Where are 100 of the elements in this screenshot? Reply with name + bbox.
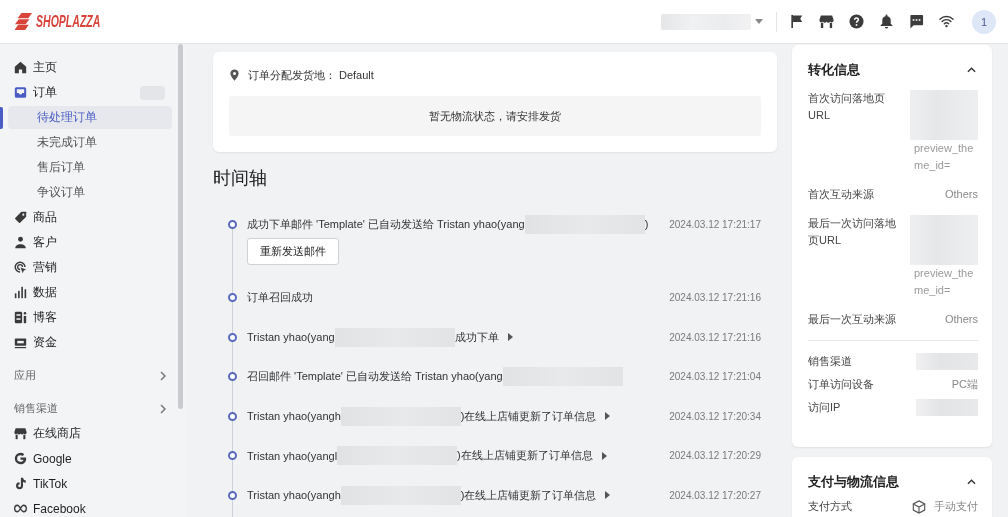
timeline-dot — [228, 490, 237, 500]
card-title: 支付与物流信息 — [808, 473, 899, 491]
nav-item[interactable]: 在线商店 — [0, 421, 178, 446]
field-label: 销售渠道 — [808, 354, 853, 369]
location-pin-icon — [230, 69, 239, 81]
bell-icon[interactable] — [879, 14, 894, 29]
event-text: )在线上店铺更新了订单信息 — [457, 448, 593, 463]
blurred-text — [910, 215, 978, 265]
event-time: 2024.03.12 17:20:34 — [669, 410, 761, 422]
empty-state-message: 暂无物流状态，请安排发货 — [229, 96, 761, 136]
field-value: Default — [339, 69, 374, 81]
box-icon — [912, 499, 926, 514]
nav-item[interactable]: 营销 — [0, 255, 178, 280]
nav-subitem[interactable]: 待处理订单 — [8, 106, 172, 129]
field-value: Others — [945, 312, 978, 327]
timeline-dot — [228, 411, 237, 421]
tag-icon — [14, 211, 27, 224]
field-label: 最后一次互动来源 — [808, 312, 897, 327]
event-time: 2024.03.12 17:21:16 — [669, 292, 761, 303]
field-label: 首次访问落地页URL — [808, 91, 886, 123]
event-time: 2024.03.12 17:21:17 — [669, 218, 761, 230]
g-logo-icon — [14, 452, 27, 465]
caret-right-icon[interactable] — [601, 451, 607, 460]
blurred-text — [916, 353, 978, 370]
section-header[interactable]: 应用 — [0, 363, 178, 388]
home-icon — [14, 61, 27, 74]
event-text: 订单召回成功 — [247, 290, 313, 305]
nav-item[interactable]: 资金 — [0, 330, 178, 355]
event-text: )在线上店铺更新了订单信息 — [460, 487, 597, 503]
logo-icon[interactable] — [15, 13, 32, 30]
flag-icon[interactable] — [789, 14, 804, 29]
person-icon — [14, 236, 27, 249]
nav-subitem[interactable]: 争议订单 — [8, 181, 172, 204]
event-time: 2024.03.12 17:21:16 — [669, 331, 761, 343]
card-title: 转化信息 — [808, 61, 860, 79]
nav-item[interactable]: 客户 — [0, 230, 178, 255]
timeline-dot — [228, 451, 237, 460]
logo-text[interactable]: SHOPLAZZA — [36, 11, 101, 32]
nav-subitem[interactable]: 售后订单 — [8, 156, 172, 179]
field-value: 手动支付 — [934, 499, 978, 514]
event-text: )在线上店铺更新了订单信息 — [460, 408, 597, 424]
field-label: 订单访问设备 — [808, 377, 875, 392]
field-label: 订单分配发货地： — [248, 67, 336, 83]
music-note-icon — [14, 477, 27, 490]
event-text: 成功下单 — [454, 329, 499, 345]
chevron-up-icon[interactable] — [967, 67, 976, 73]
chevron-right-icon — [160, 370, 166, 381]
nav-item[interactable]: 主页 — [0, 55, 178, 80]
timeline-dot — [228, 293, 237, 302]
event-time: 2024.03.12 17:20:27 — [669, 489, 761, 501]
chevron-up-icon[interactable] — [967, 479, 976, 485]
nav-item[interactable]: TikTok — [0, 471, 178, 496]
section-header[interactable]: 销售渠道 — [0, 396, 178, 421]
section-title: 时间轴 — [213, 167, 268, 190]
nav-item[interactable]: Facebook — [0, 496, 178, 517]
field-label: 支付方式 — [808, 499, 853, 514]
storefront-icon[interactable] — [819, 14, 834, 29]
inbox-icon — [14, 86, 27, 99]
nav-item[interactable]: 数据 — [0, 280, 178, 305]
field-label: 访问IP — [808, 400, 842, 415]
timeline-dot — [228, 219, 237, 229]
caret-right-icon[interactable] — [507, 333, 513, 341]
wifi-icon[interactable] — [939, 14, 954, 29]
nav-item[interactable]: 商品 — [0, 205, 178, 230]
event-text: 召回邮件 'Template' 已自动发送给 Tristan yhao(yang — [247, 369, 503, 384]
scrollbar-thumb[interactable] — [178, 44, 183, 409]
field-value: preview_theme_id= — [913, 141, 975, 173]
event-text: ) — [644, 218, 649, 230]
caret-down-icon[interactable] — [755, 19, 763, 24]
event-time: 2024.03.12 17:20:29 — [669, 450, 761, 461]
nav-subitem[interactable]: 未完成订单 — [8, 131, 172, 154]
action-button[interactable]: 重新发送邮件 — [247, 238, 339, 265]
field-label: 首次互动来源 — [808, 187, 875, 202]
event-time: 2024.03.12 17:21:04 — [669, 371, 761, 382]
event-text: Tristan yhao(yangl — [247, 449, 338, 462]
timeline-dot — [228, 372, 237, 381]
nav-item[interactable]: 博客 — [0, 305, 178, 330]
chat-bubble-icon[interactable] — [909, 14, 924, 29]
avatar[interactable]: 1 — [972, 9, 996, 34]
storefront-icon — [14, 427, 27, 440]
event-text: Tristan yhao(yangh — [247, 410, 341, 422]
blurred-text — [916, 399, 978, 416]
field-value: preview_theme_id= — [913, 266, 975, 298]
caret-right-icon[interactable] — [605, 412, 611, 420]
nav-item[interactable]: 订单 — [0, 80, 178, 105]
document-icon — [14, 311, 27, 324]
event-text: Tristan yhao(yangh — [247, 489, 341, 501]
field-value: PC端 — [951, 377, 978, 392]
nav-item[interactable]: Google — [0, 446, 178, 471]
event-text: Tristan yhao(yang — [247, 331, 335, 343]
field-label: 最后一次访问落地页URL — [808, 216, 897, 248]
help-icon[interactable] — [849, 14, 864, 29]
event-text: 成功下单邮件 'Template' 已自动发送给 Tristan yhao(yang — [247, 216, 525, 232]
caret-right-icon[interactable] — [605, 491, 611, 499]
chevron-right-icon — [160, 403, 166, 414]
blurred-text — [910, 90, 978, 140]
bar-chart-icon — [14, 286, 27, 299]
banknote-icon — [14, 336, 27, 349]
cursor-target-icon — [14, 261, 27, 274]
infinity-icon — [14, 502, 27, 515]
